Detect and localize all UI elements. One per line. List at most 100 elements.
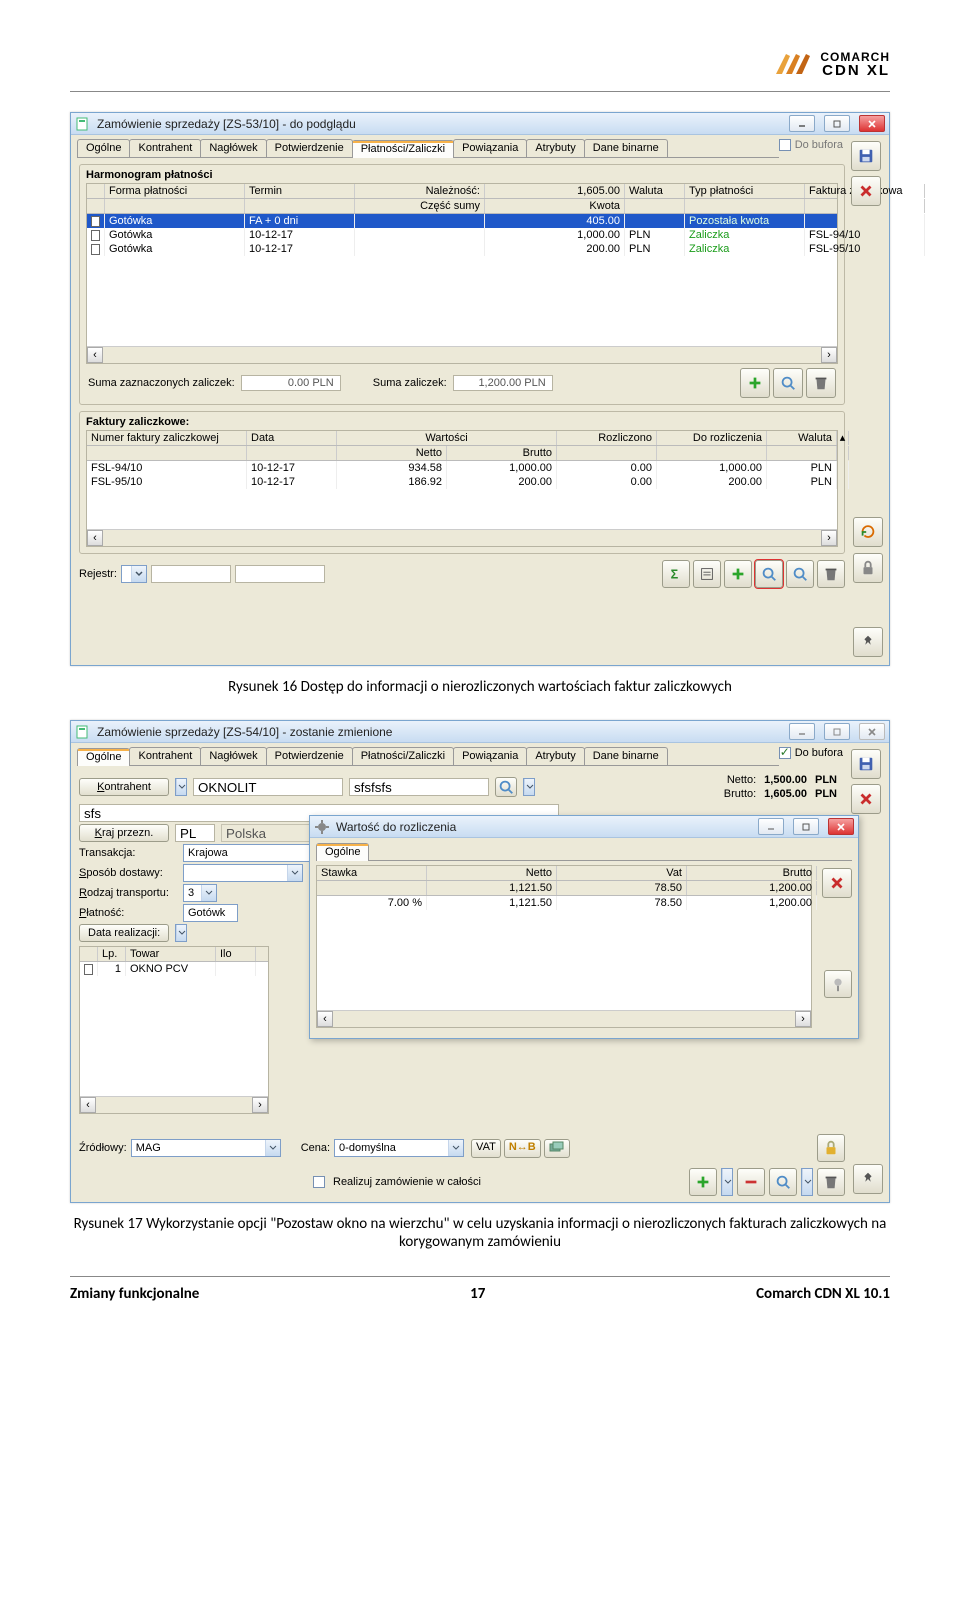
col-vat[interactable]: Vat bbox=[557, 866, 687, 880]
maximize-button[interactable] bbox=[824, 115, 850, 132]
tab-naglowek[interactable]: Nagłówek bbox=[200, 747, 266, 765]
col-brutto[interactable]: Brutto bbox=[687, 866, 817, 880]
col-forma[interactable]: Forma płatności bbox=[105, 184, 245, 198]
zrodlowy-combo[interactable]: MAG bbox=[132, 1142, 265, 1154]
tab-potwierdzenie[interactable]: Potwierdzenie bbox=[266, 139, 353, 157]
vat-button[interactable]: VAT bbox=[471, 1139, 501, 1158]
col-wartosci[interactable]: Wartości bbox=[337, 431, 557, 445]
minimize-button[interactable] bbox=[789, 115, 815, 132]
col-towar[interactable]: Towar bbox=[126, 947, 216, 961]
invoice-row[interactable]: FSL-95/10 10-12-17 186.92 200.00 0.00 20… bbox=[87, 475, 837, 489]
search-icon[interactable] bbox=[495, 777, 517, 797]
pin-button[interactable] bbox=[853, 1164, 883, 1194]
col-stawka[interactable]: Stawka bbox=[317, 866, 427, 880]
col-termin[interactable]: Termin bbox=[245, 184, 355, 198]
col-naleznosc[interactable]: Należność: bbox=[355, 184, 485, 198]
kraj-button[interactable]: Kraj przezn. bbox=[79, 824, 169, 842]
col-ilosc[interactable]: Ilo bbox=[216, 947, 256, 961]
data-realizacji-button[interactable]: Data realizacji: bbox=[79, 924, 169, 942]
col-waluta[interactable]: Waluta bbox=[767, 431, 837, 445]
maximize-button[interactable] bbox=[824, 723, 850, 740]
refresh-button[interactable] bbox=[853, 517, 883, 547]
schedule-row[interactable]: Gotówka FA + 0 dni 405.00 Pozostała kwot… bbox=[87, 214, 837, 228]
kontrahent-name[interactable] bbox=[349, 778, 489, 796]
rejestr-field2[interactable] bbox=[235, 565, 325, 583]
tab-platnosci[interactable]: Płatności/Zaliczki bbox=[352, 747, 454, 765]
minimize-button[interactable] bbox=[789, 723, 815, 740]
schedule-row[interactable]: Gotówka 10-12-17 200.00 PLN Zaliczka FSL… bbox=[87, 242, 837, 256]
tab-powiazania[interactable]: Powiązania bbox=[453, 139, 527, 157]
pin-button[interactable] bbox=[853, 627, 883, 657]
tab-powiazania[interactable]: Powiązania bbox=[453, 747, 527, 765]
delete-button[interactable] bbox=[817, 560, 845, 588]
col-netto[interactable]: Netto bbox=[427, 866, 557, 880]
maximize-button[interactable] bbox=[793, 818, 819, 835]
edit-button[interactable] bbox=[693, 560, 721, 588]
col-waluta[interactable]: Waluta bbox=[625, 184, 685, 198]
stawka-row[interactable]: 7.00 % 1,121.50 78.50 1,200.00 bbox=[317, 896, 811, 910]
kontrahent-button[interactable]: Kontrahent bbox=[79, 778, 169, 796]
save-button[interactable] bbox=[851, 141, 881, 171]
schedule-row[interactable]: Gotówka 10-12-17 1,000.00 PLN Zaliczka F… bbox=[87, 228, 837, 242]
search-button[interactable] bbox=[769, 1168, 797, 1196]
add-button[interactable] bbox=[724, 560, 752, 588]
cancel-button[interactable] bbox=[851, 784, 881, 814]
kontrahent-dd2[interactable] bbox=[524, 779, 534, 795]
add-button[interactable] bbox=[689, 1168, 717, 1196]
layers-button[interactable] bbox=[544, 1139, 570, 1158]
col-numer[interactable]: Numer faktury zaliczkowej bbox=[87, 431, 247, 445]
platnosc-combo[interactable]: Gotówk bbox=[184, 907, 237, 919]
tab-naglowek[interactable]: Nagłówek bbox=[200, 139, 266, 157]
h-scrollbar[interactable]: ‹› bbox=[87, 529, 837, 546]
tab-atrybuty[interactable]: Atrybuty bbox=[526, 747, 584, 765]
minimize-button[interactable] bbox=[758, 818, 784, 835]
cancel-button[interactable] bbox=[851, 176, 881, 206]
rejestr-combobox[interactable] bbox=[131, 566, 146, 582]
tab-potwierdzenie[interactable]: Potwierdzenie bbox=[266, 747, 353, 765]
tab-kontrahent[interactable]: Kontrahent bbox=[129, 139, 201, 157]
delete-button[interactable] bbox=[817, 1168, 845, 1196]
netto-brutto-button[interactable]: N↔B bbox=[504, 1139, 541, 1158]
popup-pin-button[interactable] bbox=[824, 970, 852, 998]
tab-kontrahent[interactable]: Kontrahent bbox=[129, 747, 201, 765]
delete-button[interactable] bbox=[806, 368, 836, 398]
tab-ogolne[interactable]: Ogólne bbox=[77, 748, 130, 766]
col-data[interactable]: Data bbox=[247, 431, 337, 445]
sum-button[interactable]: Σ bbox=[662, 560, 690, 588]
h-scrollbar[interactable]: ‹› bbox=[317, 1010, 811, 1027]
add-button[interactable] bbox=[740, 368, 770, 398]
kontrahent-code[interactable] bbox=[193, 778, 343, 796]
cena-combo[interactable]: 0-domyślna bbox=[335, 1142, 448, 1154]
kontrahent-dd[interactable] bbox=[176, 779, 186, 795]
rejestr-field1[interactable] bbox=[151, 565, 231, 583]
col-dorozliczenia[interactable]: Do rozliczenia bbox=[657, 431, 767, 445]
invoice-row[interactable]: FSL-94/10 10-12-17 934.58 1,000.00 0.00 … bbox=[87, 461, 837, 475]
tab-dane-binarne[interactable]: Dane binarne bbox=[584, 747, 668, 765]
tab-dane-binarne[interactable]: Dane binarne bbox=[584, 139, 668, 157]
tab-ogolne[interactable]: Ogólne bbox=[77, 139, 130, 157]
tab-platnosci[interactable]: Płatności/Zaliczki bbox=[352, 140, 454, 158]
close-button[interactable] bbox=[828, 818, 854, 835]
search-button[interactable] bbox=[773, 368, 803, 398]
lock-button[interactable] bbox=[853, 553, 883, 583]
detail-search-button[interactable] bbox=[755, 560, 783, 588]
item-row[interactable]: 1 OKNO PCV bbox=[80, 962, 268, 976]
remove-button[interactable] bbox=[737, 1168, 765, 1196]
scroll-up-icon[interactable]: ▴ bbox=[837, 431, 849, 445]
lock-button[interactable] bbox=[817, 1134, 845, 1162]
h-scrollbar[interactable]: ‹› bbox=[80, 1096, 268, 1113]
search-button[interactable] bbox=[786, 560, 814, 588]
realizuj-checkbox[interactable]: Realizuj zamówienie w całości bbox=[313, 1176, 481, 1188]
close-button[interactable] bbox=[859, 115, 885, 132]
popup-tab-ogolne[interactable]: Ogólne bbox=[316, 843, 369, 861]
tab-atrybuty[interactable]: Atrybuty bbox=[526, 139, 584, 157]
col-typ[interactable]: Typ płatności bbox=[685, 184, 805, 198]
save-button[interactable] bbox=[851, 749, 881, 779]
col-lp[interactable]: Lp. bbox=[98, 947, 126, 961]
sposob-label: Sposób dostawy: bbox=[79, 867, 177, 879]
rodzaj-combo[interactable]: 3 bbox=[184, 887, 201, 899]
close-button[interactable] bbox=[859, 723, 885, 740]
h-scrollbar[interactable]: ‹› bbox=[87, 346, 837, 363]
popup-cancel-button[interactable] bbox=[822, 868, 852, 898]
col-rozliczono[interactable]: Rozliczono bbox=[557, 431, 657, 445]
